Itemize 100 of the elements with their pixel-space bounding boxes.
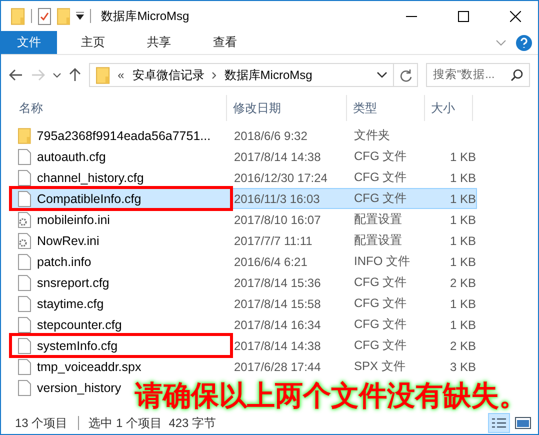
view-button[interactable] — [488, 413, 510, 433]
file-row[interactable]: version_history — [11, 377, 126, 398]
column-header[interactable]: 大小 — [425, 95, 473, 121]
date-cell-text: 2017/7/7 11:11 — [233, 234, 314, 248]
up-button[interactable] — [69, 68, 81, 82]
file-row[interactable]: 795a2368f9914eada56a7751... 2018/6/6 9:32 文件夹 — [11, 125, 477, 146]
size-cell-text: 1 KB — [448, 150, 476, 164]
size-cell-text: 1 KB — [448, 212, 476, 226]
file-name-text: patch.info — [37, 254, 92, 268]
column-header[interactable]: 类型 — [347, 95, 425, 121]
type-cell-text: CFG 文件 — [353, 316, 408, 333]
properties-icon[interactable] — [38, 8, 51, 24]
overflow-crumb[interactable]: « — [118, 68, 124, 82]
file-icon — [18, 380, 31, 396]
file-row[interactable]: tmp_voiceaddr.spx 2017/6/28 17:44 SPX 文件 3 KB — [11, 356, 477, 377]
breadcrumb[interactable]: 安卓微信记录 — [132, 66, 204, 84]
file-row[interactable]: mobileinfo.ini 2017/8/10 16:07 配置设置 1 KB — [11, 209, 477, 230]
file-icon — [18, 170, 31, 186]
type-cell-text: CFG 文件 — [353, 337, 408, 354]
search-field[interactable]: 搜索"数据... — [426, 63, 530, 87]
file-icon — [18, 190, 31, 206]
size-cell-text: 2 KB — [448, 338, 476, 352]
file-row[interactable]: patch.info 2016/6/4 6:21 INFO 文件 1 KB — [11, 251, 477, 272]
ribbon-tab[interactable]: 主页 — [65, 31, 121, 54]
file-icon — [18, 296, 31, 312]
size-cell-text: 1 KB — [448, 318, 476, 332]
size-cell-text: 1 KB — [448, 170, 476, 184]
type-cell-text: 文件夹 — [353, 127, 391, 144]
file-name-text: mobileinfo.ini — [37, 212, 110, 226]
folder-icon — [18, 128, 31, 144]
file-name-text: snsreport.cfg — [37, 276, 110, 290]
date-cell-text: 2017/8/10 16:07 — [233, 212, 322, 226]
chevron-down-icon[interactable] — [377, 72, 387, 78]
item-count: 13 个项目 — [15, 414, 68, 432]
file-name-text: systemInfo.cfg — [37, 338, 118, 352]
file-icon — [18, 148, 31, 164]
recent-locations-button[interactable] — [53, 72, 61, 78]
date-cell-text: 2017/8/14 14:38 — [233, 150, 322, 164]
file-row[interactable]: channel_history.cfg 2016/12/30 17:24 CFG 文件 1 KB — [11, 167, 477, 188]
size-cell-text: 1 KB — [448, 234, 476, 248]
folder-icon — [96, 66, 110, 84]
caret-icon[interactable] — [76, 12, 84, 20]
type-cell-text: 配置设置 — [353, 232, 403, 249]
date-cell-text: 2017/8/14 15:58 — [233, 296, 322, 310]
type-cell-text: CFG 文件 — [353, 190, 408, 207]
file-name-text: staytime.cfg — [37, 296, 104, 310]
date-cell-text: 2016/12/30 17:24 — [233, 170, 328, 184]
file-name-text: channel_history.cfg — [37, 170, 144, 184]
size-cell-text: 1 KB — [448, 296, 476, 310]
breadcrumb[interactable]: 数据库MicroMsg — [224, 66, 312, 84]
file-row[interactable]: NowRev.ini 2017/7/7 11:11 配置设置 1 KB — [11, 230, 477, 251]
window-title: 数据库MicroMsg — [101, 8, 190, 24]
ribbon-tab[interactable]: 文件 — [1, 31, 57, 54]
type-cell-text: CFG 文件 — [353, 295, 408, 312]
file-name-text: autoauth.cfg — [37, 150, 106, 164]
size-cell-text: 1 KB — [448, 192, 476, 206]
file-icon — [18, 316, 31, 332]
file-icon — [18, 274, 31, 290]
file-row[interactable]: CompatibleInfo.cfg 2016/11/3 16:03 CFG 文件 1 KB — [11, 188, 477, 209]
ribbon-tab[interactable]: 查看 — [197, 31, 253, 54]
column-header[interactable]: 修改日期 — [227, 95, 347, 121]
file-icon — [18, 358, 31, 374]
file-row[interactable]: stepcounter.cfg 2017/8/14 16:34 CFG 文件 1 KB — [11, 314, 477, 335]
file-name-text: NowRev.ini — [37, 234, 100, 248]
address-bar[interactable]: « 安卓微信记录 数据库MicroMsg — [89, 63, 418, 87]
file-name-text: 795a2368f9914eada56a7751... — [36, 128, 211, 142]
size-cell-text: 2 KB — [448, 276, 476, 290]
settings-file-icon — [18, 212, 31, 228]
size-cell-text: 1 KB — [448, 254, 476, 268]
details-view-icon — [492, 417, 506, 429]
file-name-text: tmp_voiceaddr.spx — [37, 360, 142, 374]
file-row[interactable]: staytime.cfg 2017/8/14 15:58 CFG 文件 1 KB — [11, 293, 477, 314]
file-icon — [18, 338, 31, 354]
file-icon — [18, 254, 31, 270]
back-button[interactable] — [9, 69, 23, 81]
type-cell-text: INFO 文件 — [353, 253, 411, 270]
column-header[interactable]: 名称 — [9, 95, 227, 121]
type-cell-text: SPX 文件 — [353, 358, 406, 375]
folder-icon — [11, 8, 25, 24]
date-cell-text: 2017/8/14 15:36 — [233, 276, 322, 290]
file-name-text: CompatibleInfo.cfg — [37, 192, 142, 206]
file-name-text: stepcounter.cfg — [37, 318, 122, 332]
date-cell-text: 2016/6/4 6:21 — [233, 254, 308, 268]
size-cell-text: 3 KB — [448, 360, 476, 374]
type-cell-text: CFG 文件 — [353, 148, 408, 165]
type-cell-text: CFG 文件 — [353, 274, 408, 291]
file-row[interactable]: autoauth.cfg 2017/8/14 14:38 CFG 文件 1 KB — [11, 146, 477, 167]
thumbnails-view-icon — [515, 417, 531, 429]
file-name-text: version_history — [37, 380, 122, 394]
file-row[interactable]: systemInfo.cfg 2017/8/14 14:38 CFG 文件 2 KB — [11, 335, 477, 356]
date-cell-text: 2016/11/3 16:03 — [233, 192, 321, 206]
date-cell-text: 2017/8/14 14:38 — [233, 338, 322, 352]
type-cell-text: 配置设置 — [353, 211, 403, 228]
maximize-icon — [458, 10, 468, 22]
selection-info: 选中 1 个项目 423 字节 — [88, 414, 216, 432]
help-icon[interactable] — [516, 34, 532, 50]
file-row[interactable]: snsreport.cfg 2017/8/14 15:36 CFG 文件 2 KB — [11, 272, 477, 293]
date-cell-text: 2017/8/14 16:34 — [233, 318, 322, 332]
ribbon-tab[interactable]: 共享 — [131, 31, 187, 54]
type-cell-text: CFG 文件 — [353, 169, 408, 186]
